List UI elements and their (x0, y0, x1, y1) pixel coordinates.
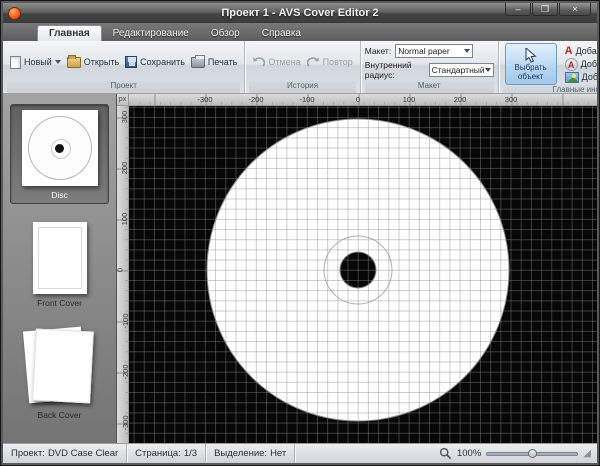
window-content: Проект 1 - AVS Cover Editor 2 – ❐ × Глав… (3, 3, 597, 463)
sidebar-item-back-cover[interactable]: Back Cover (10, 321, 109, 423)
select-object-button[interactable]: Выбрать объект (505, 43, 557, 85)
add-text-button[interactable]: A Добавить текст (563, 45, 597, 58)
tab-redaktirovanie[interactable]: Редактирование (102, 26, 200, 41)
pages-sidebar: Disc Front Cover Back Cover (3, 94, 117, 443)
tab-spravka[interactable]: Справка (251, 26, 312, 41)
zoom-slider[interactable] (486, 452, 578, 456)
resize-grip[interactable]: ◢ (583, 449, 593, 459)
zoom-value: 100% (457, 448, 481, 459)
ruler-tick-label: -300 (197, 95, 212, 104)
group-label-layout: Макет (365, 81, 494, 93)
cursor-arrow-icon (525, 48, 537, 63)
zoom-slider-handle[interactable] (528, 449, 537, 458)
layout-field-label: Макет: (365, 46, 391, 56)
group-label-project: Проект (7, 81, 240, 93)
front-cover-thumbnail (33, 222, 87, 294)
status-page: Страница: 1/3 (127, 444, 206, 463)
ribbon-group-layout: Макет: Normal paper Внутренний радиус: С… (360, 41, 498, 93)
inner-radius-dropdown[interactable]: Стандартный (429, 63, 494, 77)
add-circular-text-button[interactable]: A Добавить круговой текст (563, 58, 597, 71)
group-label-tools: Главные инструменты (503, 85, 597, 94)
disc-artwork (129, 106, 597, 443)
printer-icon (191, 57, 205, 68)
sidebar-item-disc[interactable]: Disc (10, 104, 109, 204)
sidebar-item-label: Back Cover (10, 410, 109, 420)
design-canvas[interactable] (129, 106, 597, 443)
layout-dropdown[interactable]: Normal paper (395, 44, 473, 58)
back-cover-thumbnail (22, 326, 98, 406)
chevron-down-icon (55, 60, 61, 64)
ruler-tick-label: 200 (120, 162, 129, 175)
new-document-icon (10, 56, 21, 69)
ribbon: Новый Открыть Сохранить Печать Проект (3, 41, 597, 94)
add-image-icon (565, 72, 579, 83)
ruler-tick-label: 100 (403, 95, 416, 104)
main-area: Disc Front Cover Back Cover px -300-200-… (3, 94, 597, 443)
minimize-button[interactable]: – (505, 3, 531, 16)
group-label-history: История (249, 81, 355, 93)
ruler-tick-label: 200 (454, 95, 467, 104)
status-bar: Проект: DVD Case Clear Страница: 1/3 Выд… (3, 443, 597, 463)
sidebar-item-label: Disc (11, 190, 108, 200)
sidebar-item-label: Front Cover (10, 298, 109, 308)
ribbon-tab-bar: Главная Редактирование Обзор Справка (3, 23, 597, 41)
save-disk-icon (125, 56, 137, 68)
ruler-tick-label: 100 (120, 213, 129, 226)
status-project: Проект: DVD Case Clear (3, 444, 127, 463)
ribbon-group-tools: Выбрать объект A Добавить текст A Добави… (498, 41, 597, 93)
app-window: Проект 1 - AVS Cover Editor 2 – ❐ × Глав… (0, 0, 600, 466)
disc-thumbnail (22, 110, 98, 186)
chevron-down-icon (464, 49, 470, 53)
zoom-control: 100% ◢ (439, 447, 597, 460)
ribbon-group-project: Новый Открыть Сохранить Печать Проект (3, 41, 244, 93)
add-image-button[interactable]: Добавить изображение (563, 71, 597, 84)
tab-obzor[interactable]: Обзор (200, 26, 251, 41)
ruler-tick-label: -100 (121, 313, 129, 328)
ruler-tick-label: 0 (356, 95, 360, 104)
redo-arrow-icon (307, 56, 320, 68)
editor-workspace: px -300 -200 -100 0 100 200 300 300 200 100 0 -100… (117, 94, 597, 443)
chevron-down-icon (485, 68, 491, 72)
window-controls: – ❐ × (505, 3, 591, 16)
ruler-vertical: 300 200 100 0 -100 -200 -300 (117, 106, 129, 443)
ruler-tick-label: -300 (121, 415, 129, 430)
ribbon-group-history: Отмена Повтор История (244, 41, 359, 93)
open-button[interactable]: Открыть (64, 55, 122, 70)
undo-arrow-icon (252, 56, 265, 68)
ruler-unit: px (117, 94, 129, 106)
disc-center-hole (340, 252, 376, 288)
ruler-tick-label: 300 (505, 95, 518, 104)
print-button[interactable]: Печать (188, 55, 240, 70)
ruler-tick-label: 0 (117, 268, 125, 272)
new-button[interactable]: Новый (7, 54, 64, 71)
ruler-horizontal: -300 -200 -100 0 100 200 300 (129, 94, 597, 106)
close-button[interactable]: × (559, 3, 591, 16)
maximize-button[interactable]: ❐ (532, 3, 558, 16)
add-circular-text-icon: A (565, 58, 578, 71)
save-button[interactable]: Сохранить (122, 54, 188, 70)
inner-radius-field-label: Внутренний радиус: (365, 60, 425, 80)
add-text-icon: A (565, 46, 573, 57)
sidebar-item-front-cover[interactable]: Front Cover (10, 214, 109, 311)
ruler-tick-label: -200 (121, 364, 129, 379)
magnifier-icon (439, 447, 452, 460)
ruler-tick-label: -200 (248, 95, 263, 104)
tab-glavnaya[interactable]: Главная (37, 25, 102, 41)
open-folder-icon (67, 57, 81, 68)
status-selection: Выделение: Нет (206, 444, 295, 463)
undo-button[interactable]: Отмена (249, 54, 303, 70)
redo-button[interactable]: Повтор (304, 54, 356, 70)
ruler-tick-label: 300 (120, 111, 129, 124)
ruler-tick-label: -100 (299, 95, 314, 104)
title-bar: Проект 1 - AVS Cover Editor 2 – ❐ × (3, 3, 597, 23)
